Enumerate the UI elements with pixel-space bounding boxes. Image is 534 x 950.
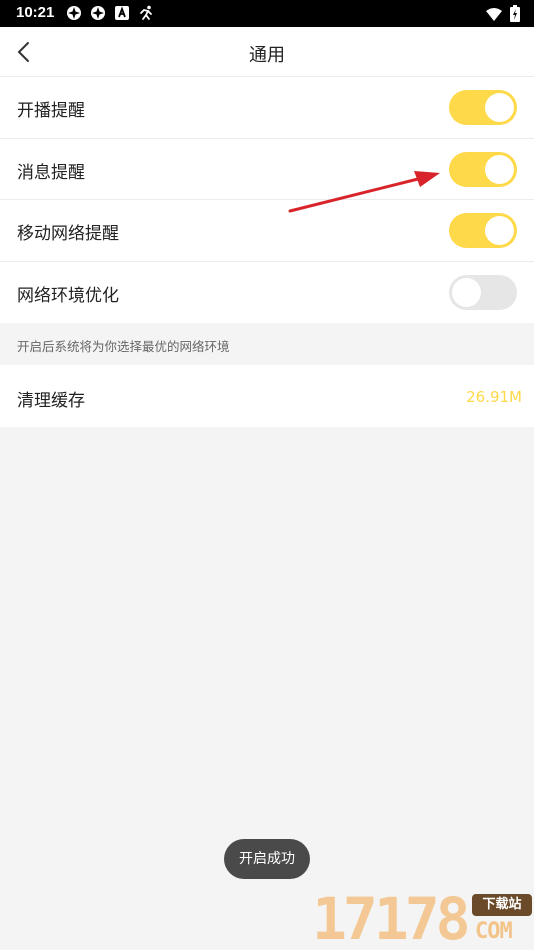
watermark-tag: 下载站 <box>472 894 532 916</box>
setting-row-live-reminder: 开播提醒 <box>0 77 534 139</box>
network-optimization-toggle[interactable] <box>449 274 517 310</box>
status-time: 10:21 <box>16 4 55 21</box>
toast-message: 开启成功 <box>224 839 310 879</box>
header: 通用 <box>0 27 534 77</box>
setting-row-mobile-network-reminder: 移动网络提醒 <box>0 200 534 262</box>
wifi-icon <box>486 7 502 21</box>
status-icons <box>66 5 154 21</box>
setting-label: 网络环境优化 <box>17 285 119 306</box>
setting-row-message-reminder: 消息提醒 <box>0 139 534 200</box>
status-right <box>486 5 520 22</box>
mobile-network-reminder-toggle[interactable] <box>449 213 517 248</box>
battery-charging-icon <box>510 5 520 22</box>
message-reminder-toggle[interactable] <box>449 151 517 187</box>
setting-label: 移动网络提醒 <box>17 224 119 244</box>
setting-row-network-optimization: 网络环境优化 <box>0 262 534 324</box>
toggle-knob <box>452 277 481 307</box>
toggle-knob <box>485 216 514 245</box>
accessibility-a-icon <box>115 6 129 20</box>
setting-label: 消息提醒 <box>17 162 85 183</box>
toggle-knob <box>485 93 514 122</box>
clear-cache-row[interactable]: 清理缓存 26.91M <box>0 365 534 427</box>
settings-list: 开播提醒 消息提醒 移动网络提醒 网络环境优化 <box>0 77 534 323</box>
status-bar: 10:21 <box>0 0 534 27</box>
running-figure-icon <box>140 5 152 20</box>
notification-app-icon <box>67 6 81 20</box>
live-reminder-toggle[interactable] <box>449 90 517 125</box>
network-optimization-hint: 开启后系统将为你选择最优的网络环境 <box>17 339 230 354</box>
setting-label: 开播提醒 <box>17 101 85 121</box>
cache-size-value: 26.91M <box>466 388 522 406</box>
page-title: 通用 <box>249 45 285 66</box>
clear-cache-label: 清理缓存 <box>17 391 85 411</box>
watermark-com: COM <box>475 919 513 944</box>
watermark-digits: 17178 <box>312 885 471 950</box>
toggle-knob <box>485 154 514 184</box>
notification-app-icon <box>91 6 105 20</box>
site-watermark-logo: 17178 下载站 COM <box>312 889 534 950</box>
